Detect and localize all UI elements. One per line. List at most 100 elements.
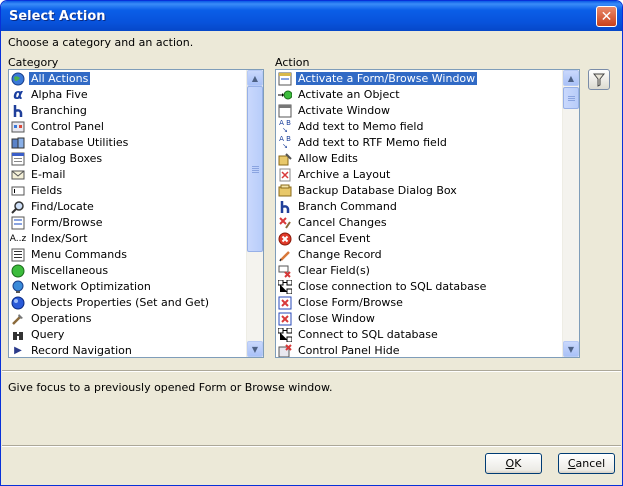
category-item-label: All Actions	[29, 72, 91, 85]
action-item-label: Add text to RTF Memo field	[298, 136, 447, 149]
action-item-label: Activate Window	[298, 104, 390, 117]
cancel-changes-icon	[278, 216, 292, 230]
category-list-item[interactable]: Control Panel	[9, 119, 246, 135]
backup-icon	[278, 184, 292, 198]
network-icon	[11, 280, 25, 294]
action-list-item[interactable]: A B ↘ Add text to RTF Memo field	[276, 135, 562, 151]
action-item-label: Cancel Event	[298, 232, 371, 245]
action-item-label: Backup Database Dialog Box	[298, 184, 457, 197]
sql-disconnect-icon	[278, 280, 292, 294]
category-list-item[interactable]: Operations	[9, 311, 246, 327]
action-list-item[interactable]: Close Window	[276, 311, 562, 327]
edit-lock-icon	[278, 152, 292, 166]
category-list-item[interactable]: E-mail	[9, 167, 246, 183]
action-list-item[interactable]: Archive a Layout	[276, 167, 562, 183]
filter-icon	[593, 73, 605, 87]
action-description: Give focus to a previously opened Form o…	[8, 381, 333, 394]
action-list-item[interactable]: Cancel Changes	[276, 215, 562, 231]
chevron-down-icon: ▼	[567, 344, 575, 354]
action-list-item[interactable]: Backup Database Dialog Box	[276, 183, 562, 199]
control-panel-icon	[11, 120, 25, 134]
chevron-up-icon: ▲	[251, 73, 259, 83]
category-list-item[interactable]: Branching	[9, 103, 246, 119]
category-listbox[interactable]: All Actions α Alpha Five Branching Control P…	[8, 69, 264, 358]
action-list-item[interactable]: Close Form/Browse	[276, 295, 562, 311]
category-list-item[interactable]: ▶ Record Navigation	[9, 343, 246, 357]
dialog-icon	[11, 152, 25, 166]
form-window-icon	[278, 72, 292, 86]
select-action-dialog: Select Action ✕ Choose a category and an…	[0, 0, 623, 486]
action-list-item[interactable]: A B ↘ Add text to Memo field	[276, 119, 562, 135]
category-list-item[interactable]: Form/Browse	[9, 215, 246, 231]
category-list-item[interactable]: Menu Commands	[9, 247, 246, 263]
action-item-label: Cancel Changes	[298, 216, 387, 229]
sql-connect-icon	[278, 328, 292, 342]
category-item-label: E-mail	[31, 168, 66, 181]
alpha-icon: α	[13, 87, 23, 103]
action-list-item[interactable]: Activate a Form/Browse Window	[276, 71, 562, 87]
close-window-icon	[278, 312, 292, 326]
action-listbox[interactable]: Activate a Form/Browse Window Activate an…	[275, 69, 580, 358]
memo-text-icon: A B ↘	[279, 119, 291, 134]
category-item-label: Record Navigation	[31, 344, 132, 357]
action-list-item[interactable]: Connect to SQL database	[276, 327, 562, 343]
category-item-label: Operations	[31, 312, 92, 325]
category-list-item[interactable]: Dialog Boxes	[9, 151, 246, 167]
title-bar[interactable]: Select Action ✕	[1, 1, 622, 31]
action-scroll-up-button[interactable]: ▲	[563, 70, 579, 86]
branch-icon	[11, 104, 25, 118]
action-list-item[interactable]: Change Record	[276, 247, 562, 263]
control-panel-hide-icon	[278, 344, 292, 357]
action-item-label: Close connection to SQL database	[298, 280, 487, 293]
action-list-item[interactable]: Close connection to SQL database	[276, 279, 562, 295]
category-list-item[interactable]: α Alpha Five	[9, 87, 246, 103]
category-item-label: Find/Locate	[31, 200, 94, 213]
category-item-label: Database Utilities	[31, 136, 129, 149]
action-item-label: Connect to SQL database	[298, 328, 438, 341]
action-list-item[interactable]: Allow Edits	[276, 151, 562, 167]
category-list-item[interactable]: Objects Properties (Set and Get)	[9, 295, 246, 311]
action-list-item[interactable]: Control Panel Hide	[276, 343, 562, 357]
action-scrollbar[interactable]: ▲ ▼	[562, 70, 579, 357]
find-icon	[11, 200, 25, 214]
category-scroll-up-button[interactable]: ▲	[247, 70, 263, 86]
category-item-label: Control Panel	[31, 120, 104, 133]
category-list-item[interactable]: Fields	[9, 183, 246, 199]
cancel-button[interactable]: Cancel	[558, 453, 615, 474]
category-list-item[interactable]: Miscellaneous	[9, 263, 246, 279]
close-button[interactable]: ✕	[596, 6, 617, 27]
category-list-item[interactable]: Network Optimization	[9, 279, 246, 295]
category-item-label: Objects Properties (Set and Get)	[31, 296, 210, 309]
action-list: Activate a Form/Browse Window Activate an…	[276, 71, 562, 357]
action-item-label: Branch Command	[298, 200, 397, 213]
filter-button[interactable]	[588, 69, 610, 90]
category-list-item[interactable]: Query	[9, 327, 246, 343]
category-scroll-down-button[interactable]: ▼	[247, 341, 263, 357]
instruction-text: Choose a category and an action.	[8, 36, 194, 49]
email-icon	[11, 168, 25, 182]
query-icon	[11, 328, 25, 342]
category-list-item[interactable]: All Actions	[9, 71, 246, 87]
rtf-memo-icon: A B ↘	[279, 135, 291, 150]
category-list-item[interactable]: Find/Locate	[9, 199, 246, 215]
category-list-item[interactable]: Database Utilities	[9, 135, 246, 151]
category-scrollbar[interactable]: ▲ ▼	[246, 70, 263, 357]
action-item-label: Close Window	[298, 312, 375, 325]
action-scroll-down-button[interactable]: ▼	[563, 341, 579, 357]
action-list-item[interactable]: Activate an Object	[276, 87, 562, 103]
close-icon: ✕	[600, 8, 613, 25]
action-list-item[interactable]: Activate Window	[276, 103, 562, 119]
pencil-icon	[278, 248, 292, 262]
action-list-item[interactable]: Cancel Event	[276, 231, 562, 247]
category-list-item[interactable]: A..z Index/Sort	[9, 231, 246, 247]
action-list-item[interactable]: Clear Field(s)	[276, 263, 562, 279]
category-label: Category	[8, 56, 59, 69]
action-scroll-thumb[interactable]	[563, 87, 579, 109]
action-list-item[interactable]: Branch Command	[276, 199, 562, 215]
ok-button[interactable]: OK	[485, 453, 542, 474]
sort-icon: A..z	[9, 234, 27, 244]
category-item-label: Miscellaneous	[31, 264, 109, 277]
object-icon	[11, 296, 25, 310]
category-scroll-thumb[interactable]	[247, 86, 263, 252]
action-item-label: Change Record	[298, 248, 382, 261]
